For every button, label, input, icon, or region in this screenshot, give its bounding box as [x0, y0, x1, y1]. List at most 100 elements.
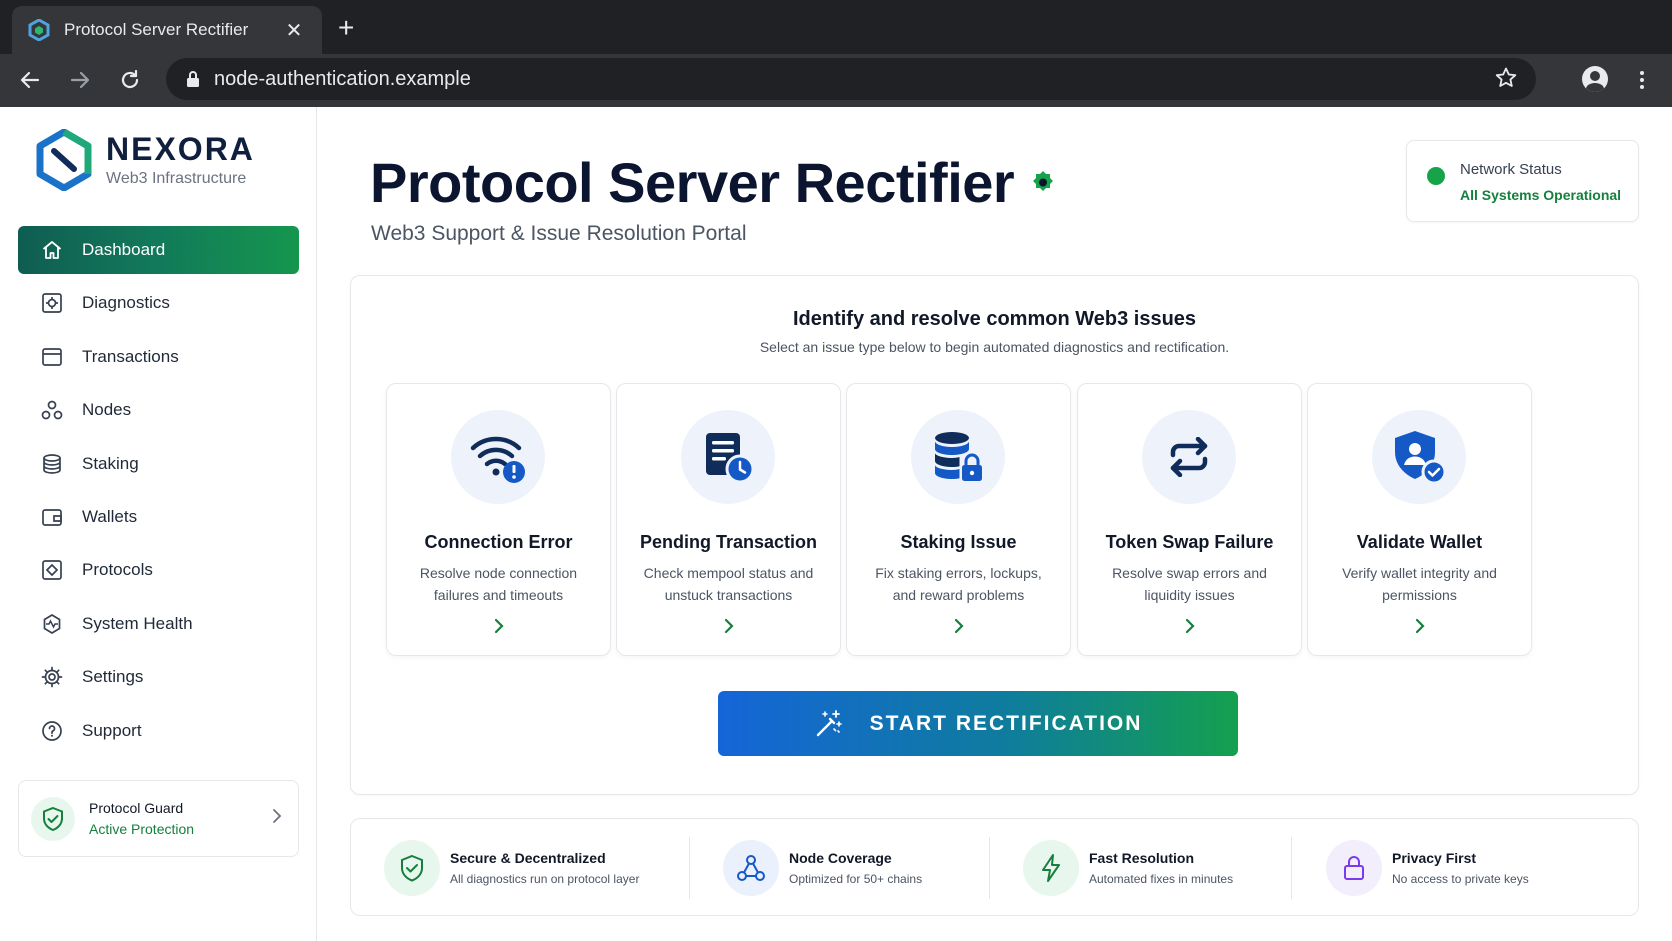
- sidebar-item-nodes[interactable]: Nodes: [18, 386, 299, 434]
- sidebar-item-label: Staking: [82, 453, 139, 473]
- profile-avatar-icon[interactable]: [1582, 66, 1608, 92]
- issue-card-pending-transaction[interactable]: Pending Transaction Check mempool status…: [616, 383, 841, 656]
- sidebar-item-label: Dashboard: [82, 240, 166, 259]
- lock-icon: [1326, 840, 1382, 896]
- back-arrow-icon[interactable]: [16, 66, 44, 94]
- sidebar-item-diagnostics[interactable]: Diagnostics: [18, 279, 299, 327]
- card-title: Connection Error: [424, 532, 573, 552]
- panel-title: Identify and resolve common Web3 issues: [792, 308, 1197, 330]
- browser-toolbar: node-authentication.example: [0, 54, 1672, 107]
- sidebar-item-staking[interactable]: Staking: [18, 440, 299, 488]
- swap-arrows-icon: [1142, 410, 1236, 504]
- card-description: Check mempool status and unstuck transac…: [643, 565, 814, 603]
- chevron-right-icon: [272, 808, 282, 829]
- new-tab-button[interactable]: +: [338, 12, 354, 44]
- brand-tagline: Web3 Infrastructure: [106, 170, 247, 187]
- card-title: Staking Issue: [900, 532, 1017, 552]
- tab-close-icon[interactable]: ✕: [282, 18, 306, 43]
- document-clock-icon: [681, 410, 775, 504]
- sidebar-item-system-health[interactable]: System Health: [18, 600, 299, 648]
- sidebar-item-wallets[interactable]: Wallets: [18, 493, 299, 541]
- transactions-icon: [40, 345, 64, 369]
- nexora-logo-icon: [36, 129, 92, 191]
- cta-label: START RECTIFICATION: [869, 711, 1143, 735]
- address-bar[interactable]: node-authentication.example: [166, 58, 1536, 100]
- start-rectification-button[interactable]: START RECTIFICATION: [718, 691, 1238, 756]
- card-description: Resolve swap errors and liquidity issues: [1112, 565, 1267, 603]
- home-icon: [40, 238, 64, 262]
- browser-tab-strip: Protocol Server Rectifier ✕ +: [0, 0, 1672, 54]
- feature-strip: Secure & Decentralized All diagnostics r…: [350, 818, 1639, 916]
- issue-card-token-swap-failure[interactable]: Token Swap Failure Resolve swap errors a…: [1077, 383, 1302, 656]
- staking-icon: [40, 452, 64, 476]
- nodes-icon: [40, 398, 64, 422]
- lightning-icon: [1023, 840, 1079, 896]
- sidebar-item-dashboard[interactable]: Dashboard: [18, 226, 299, 274]
- page-title: Protocol Server Rectifier: [370, 150, 1056, 215]
- card-title: Pending Transaction: [639, 532, 818, 552]
- feature-divider: [1291, 837, 1292, 899]
- diagnostics-icon: [40, 291, 64, 315]
- feature-title: Node Coverage: [789, 850, 892, 866]
- issue-card-staking-issue[interactable]: Staking Issue Fix staking errors, lockup…: [846, 383, 1071, 656]
- help-icon: [40, 719, 64, 743]
- card-description: Resolve node connection failures and tim…: [419, 565, 578, 603]
- card-description: Fix staking errors, lockups, and reward …: [875, 565, 1042, 603]
- feature-title: Secure & Decentralized: [450, 850, 606, 866]
- guard-status: Active Protection: [89, 821, 195, 837]
- sidebar-item-settings[interactable]: Settings: [18, 653, 299, 701]
- shield-user-check-icon: [1372, 410, 1466, 504]
- chevron-right-icon: [387, 618, 610, 634]
- network-nodes-icon: [723, 840, 779, 896]
- brand-name: NEXORA: [106, 131, 255, 167]
- gear-icon: [40, 665, 64, 689]
- sidebar-item-transactions[interactable]: Transactions: [18, 333, 299, 381]
- bookmark-star-icon[interactable]: [1494, 66, 1518, 95]
- sidebar-item-label: Diagnostics: [82, 293, 170, 313]
- feature-item-node-coverage: Node Coverage Optimized for 50+ chains: [723, 819, 922, 917]
- feature-item-secure: Secure & Decentralized All diagnostics r…: [384, 819, 639, 917]
- browser-menu-icon[interactable]: [1632, 66, 1652, 94]
- page-subtitle: Web3 Support & Issue Resolution Portal: [371, 222, 747, 245]
- feature-item-fast-resolution: Fast Resolution Automated fixes in minut…: [1023, 819, 1233, 917]
- sidebar-item-protocols[interactable]: Protocols: [18, 546, 299, 594]
- network-status-card: Network Status All Systems Operational: [1406, 140, 1639, 222]
- feature-description: Optimized for 50+ chains: [789, 872, 923, 886]
- sidebar-item-label: Protocols: [82, 560, 153, 580]
- url-text: node-authentication.example: [214, 67, 471, 90]
- issue-panel: Identify and resolve common Web3 issues …: [350, 275, 1639, 795]
- magic-wand-icon: [814, 709, 844, 739]
- chevron-right-icon: [1078, 618, 1301, 634]
- sidebar-item-label: Settings: [82, 667, 144, 687]
- verified-badge-icon: [1030, 170, 1056, 196]
- feature-description: Automated fixes in minutes: [1089, 872, 1234, 886]
- chevron-right-icon: [1308, 618, 1531, 634]
- card-title: Token Swap Failure: [1105, 532, 1274, 552]
- brand[interactable]: NEXORA Web3 Infrastructure: [36, 129, 255, 191]
- browser-tab[interactable]: Protocol Server Rectifier ✕: [12, 6, 322, 54]
- feature-title: Fast Resolution: [1089, 850, 1195, 866]
- wifi-alert-icon: [451, 410, 545, 504]
- network-status-value: All Systems Operational: [1460, 187, 1622, 203]
- page-title-text: Protocol Server Rectifier: [370, 151, 1015, 214]
- feature-description: All diagnostics run on protocol layer: [450, 872, 640, 886]
- sidebar: NEXORA Web3 Infrastructure Dashboard Dia…: [0, 107, 317, 941]
- chevron-right-icon: [617, 618, 840, 634]
- shield-check-icon: [31, 796, 75, 841]
- feature-description: No access to private keys: [1392, 872, 1529, 886]
- forward-arrow-icon[interactable]: [66, 66, 94, 94]
- reload-icon[interactable]: [116, 66, 144, 94]
- protocol-guard-card[interactable]: Protocol Guard Active Protection: [18, 780, 299, 857]
- issue-card-validate-wallet[interactable]: Validate Wallet Verify wallet integrity …: [1307, 383, 1532, 656]
- status-dot: [1427, 167, 1445, 185]
- card-title: Validate Wallet: [1356, 532, 1483, 552]
- tab-title: Protocol Server Rectifier: [64, 20, 249, 39]
- sidebar-item-label: Nodes: [82, 400, 132, 420]
- sidebar-item-support[interactable]: Support: [18, 707, 299, 755]
- sidebar-item-label: Support: [82, 720, 142, 740]
- feature-title: Privacy First: [1392, 850, 1477, 866]
- wallet-icon: [40, 505, 64, 529]
- issue-card-connection-error[interactable]: Connection Error Resolve node connection…: [386, 383, 611, 656]
- panel-subtitle: Select an issue type below to begin auto…: [759, 339, 1230, 355]
- card-description: Verify wallet integrity and permissions: [1342, 565, 1497, 603]
